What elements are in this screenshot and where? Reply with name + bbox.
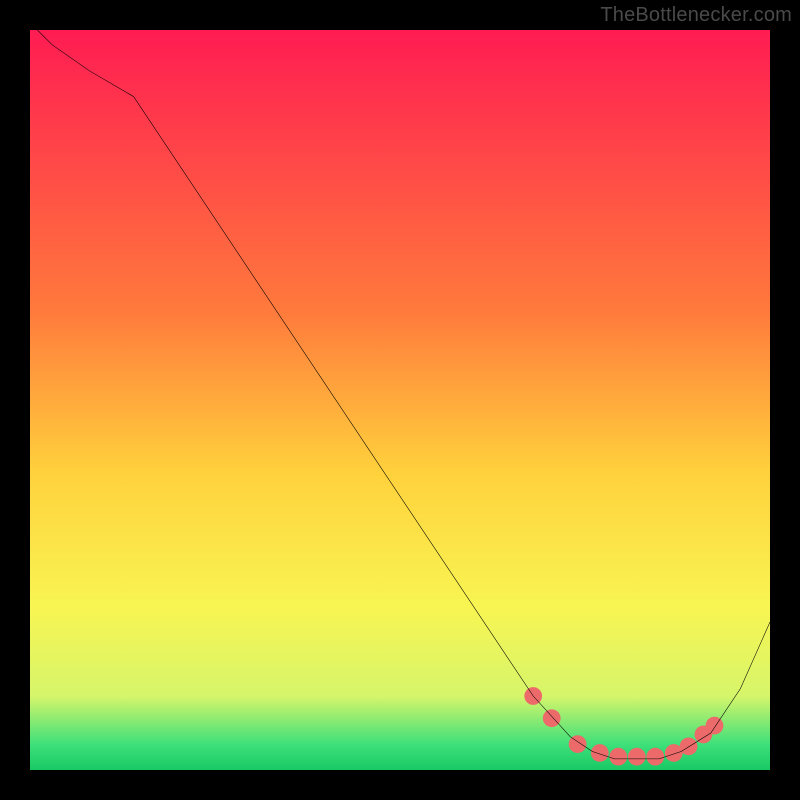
chart-canvas: TheBottlenecker.com — [0, 0, 800, 800]
highlight-dot — [628, 748, 646, 766]
highlight-dot — [569, 735, 587, 753]
plot-svg — [30, 30, 770, 770]
highlight-dot — [646, 748, 664, 766]
highlight-dot — [680, 737, 698, 755]
gradient-background — [30, 30, 770, 770]
highlight-dot — [543, 709, 561, 727]
watermark-text: TheBottlenecker.com — [600, 4, 792, 27]
highlight-dot — [706, 717, 724, 735]
plot-area — [30, 30, 770, 770]
highlight-dot — [591, 744, 609, 762]
highlight-dot — [609, 748, 627, 766]
